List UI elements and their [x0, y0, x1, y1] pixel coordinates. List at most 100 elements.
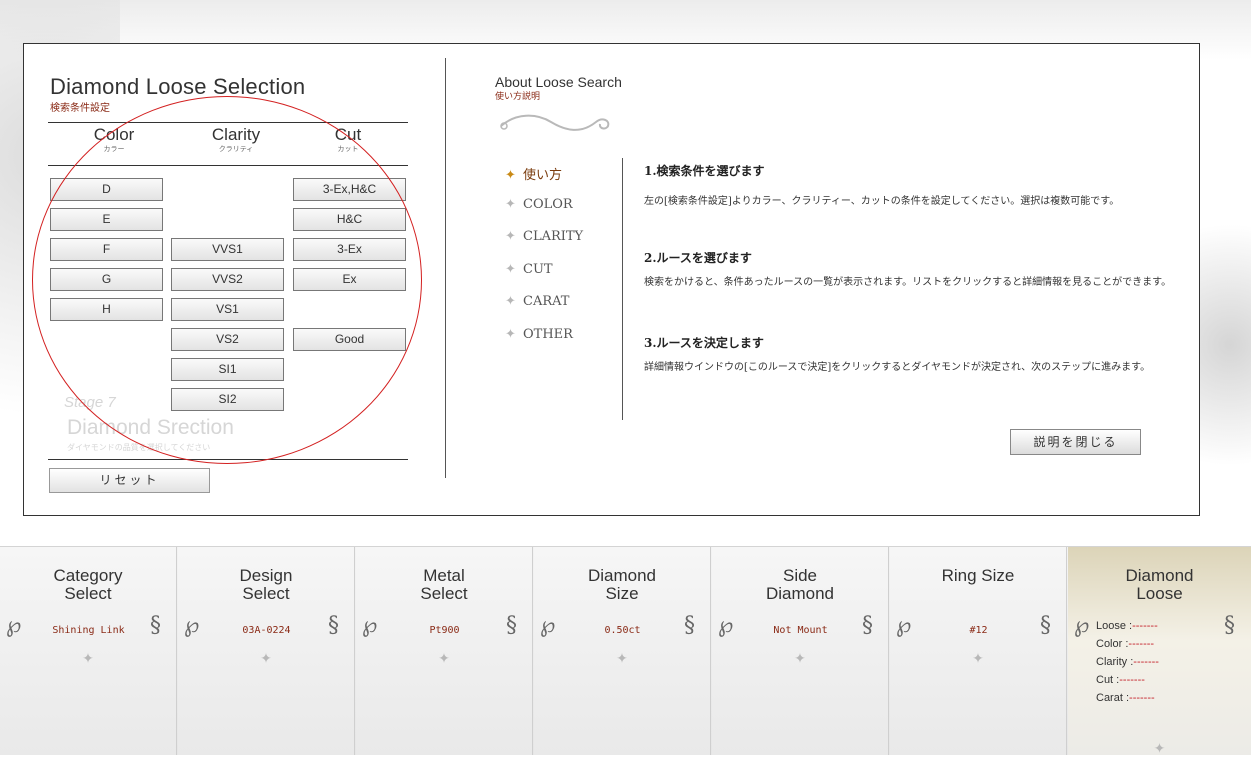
step-title-line2: Diamond	[765, 584, 835, 603]
reset-button[interactable]: リセット	[49, 468, 210, 493]
star-icon: ✦	[616, 651, 628, 667]
summary-label: Carat	[1096, 692, 1123, 704]
summary-clarity: Clarity :-------	[1096, 656, 1159, 668]
help-nav-color[interactable]: ✦ COLOR	[505, 197, 583, 230]
step-value: 03A-0224	[242, 625, 291, 636]
star-icon: ✦	[505, 196, 516, 212]
cut-option-ex[interactable]: Ex	[293, 268, 406, 291]
color-option-d[interactable]: D	[50, 178, 163, 201]
help-nav-cut[interactable]: ✦ CUT	[505, 262, 583, 295]
step-value: 0.50ct	[604, 625, 641, 636]
step-title: Side Diamond	[712, 567, 888, 603]
step-category-select[interactable]: Category Select ℘ § Shining Link ✦	[0, 547, 177, 755]
clarity-option-vvs2[interactable]: VVS2	[171, 268, 284, 291]
color-header-label: Color	[93, 125, 135, 144]
help-nav-clarity-label: CLARITY	[523, 229, 584, 244]
step-title-line2: Size	[605, 584, 639, 603]
ghost-title-text: Diamond Srection	[67, 416, 234, 439]
about-subtitle: 使い方説明	[495, 92, 541, 102]
clarity-option-vvs1[interactable]: VVS1	[171, 238, 284, 261]
step-title-line1: Category	[53, 566, 123, 585]
step3-body: 詳細情報ウインドウの[このルースで決定]をクリックするとダイヤモンドが決定され、…	[644, 362, 1151, 373]
column-divider	[445, 58, 446, 478]
star-icon: ✦	[505, 229, 516, 244]
color-option-g[interactable]: G	[50, 268, 163, 291]
step-value: Not Mount	[773, 625, 828, 636]
help-nav-list: ✦ 使い方 ✦ COLOR ✦ CLARITY ✦ CUT ✦ CARAT ✦ OTHER	[505, 164, 583, 359]
color-option-h[interactable]: H	[50, 298, 163, 321]
star-icon: ✦	[260, 651, 272, 667]
step2-heading: 2.ルースを選びます	[644, 251, 752, 265]
cut-option-hc[interactable]: H&C	[293, 208, 406, 231]
panel-subtitle: 検索条件設定	[50, 103, 110, 114]
cut-option-3ex-hc[interactable]: 3-Ex,H&C	[293, 178, 406, 201]
step-value: Shining Link	[52, 625, 125, 636]
step-side-diamond[interactable]: Side Diamond ℘ § Not Mount ✦	[712, 547, 889, 755]
star-icon: ✦	[1153, 741, 1166, 757]
step-title-line1: Design	[239, 566, 293, 585]
header-rule-top	[48, 122, 408, 123]
help-nav-carat[interactable]: ✦ CARAT	[505, 294, 583, 327]
step-diamond-size[interactable]: Diamond Size ℘ § 0.50ct ✦	[534, 547, 711, 755]
step-design-select[interactable]: Design Select ℘ § 03A-0224 ✦	[178, 547, 355, 755]
star-icon: ✦	[505, 168, 516, 183]
clarity-option-si1[interactable]: SI1	[171, 358, 284, 381]
cut-header-sub: カット	[337, 145, 359, 153]
step-diamond-loose[interactable]: Diamond Loose ℘ § Loose :------- Color :-…	[1068, 547, 1251, 757]
clarity-option-si2[interactable]: SI2	[171, 388, 284, 411]
step-title-line1: Side	[782, 566, 818, 585]
step-progress-bar: Category Select ℘ § Shining Link ✦ Design…	[0, 546, 1251, 757]
help-nav-other[interactable]: ✦ OTHER	[505, 327, 583, 360]
help-nav-carat-label: CARAT	[523, 294, 570, 309]
panel-title: Diamond Loose Selection	[50, 74, 306, 99]
summary-label: Cut	[1096, 674, 1114, 686]
summary-label: Loose	[1096, 620, 1126, 632]
step-value: #12	[969, 625, 988, 636]
summary-value: -------	[1133, 656, 1159, 668]
summary-value: -------	[1128, 638, 1155, 650]
help-nav-usage[interactable]: ✦ 使い方	[505, 164, 583, 197]
help-nav-clarity[interactable]: ✦ CLARITY	[505, 229, 583, 262]
help-nav-usage-label: 使い方	[523, 168, 563, 183]
step-title-line1: Ring Size	[941, 566, 1015, 585]
star-icon: ✦	[505, 261, 516, 277]
color-column-header: Color カラー	[59, 126, 169, 154]
swirl-ornament-icon	[500, 114, 610, 131]
close-help-button[interactable]: 説明を閉じる	[1010, 429, 1141, 455]
color-header-sub: カラー	[103, 145, 125, 153]
step-title-line2: Loose	[1136, 584, 1183, 603]
step-title: Metal Select	[356, 567, 532, 603]
help-divider	[622, 158, 623, 420]
clarity-header-sub: クラリティ	[218, 145, 254, 153]
step-title-line2: Select	[420, 584, 468, 603]
step1-heading: 1.検索条件を選びます	[644, 164, 765, 178]
step-title: Design Select	[178, 567, 354, 603]
ghost-stage-text: Stage 7	[64, 394, 116, 411]
summary-value: -------	[1129, 692, 1155, 704]
footer-rule	[48, 459, 408, 460]
step-title: Diamond Size	[534, 567, 710, 603]
clarity-option-vs2[interactable]: VS2	[171, 328, 284, 351]
color-option-e[interactable]: E	[50, 208, 163, 231]
clarity-option-vs1[interactable]: VS1	[171, 298, 284, 321]
search-conditions-column: Stage 7 Diamond Srection ダイヤモンドの品質を選択してく…	[24, 44, 446, 515]
summary-label: Color	[1096, 638, 1123, 650]
star-icon: ✦	[794, 651, 806, 667]
cut-option-good[interactable]: Good	[293, 328, 406, 351]
cut-option-3ex[interactable]: 3-Ex	[293, 238, 406, 261]
star-icon: ✦	[972, 651, 984, 667]
summary-carat: Carat :-------	[1096, 692, 1155, 704]
step-ring-size[interactable]: Ring Size ℘ § #12 ✦	[890, 547, 1067, 755]
step-title: Category Select	[0, 567, 176, 603]
step2-body: 検索をかけると、条件あったルースの一覧が表示されます。リストをクリックすると詳細…	[644, 277, 1172, 288]
about-title: About Loose Search	[495, 74, 622, 90]
color-option-f[interactable]: F	[50, 238, 163, 261]
help-nav-cut-label: CUT	[523, 261, 553, 277]
step-metal-select[interactable]: Metal Select ℘ § Pt900 ✦	[356, 547, 533, 755]
summary-label: Clarity	[1096, 656, 1128, 668]
help-nav-other-label: OTHER	[523, 326, 573, 342]
clarity-column-header: Clarity クラリティ	[181, 126, 291, 154]
help-nav-color-label: COLOR	[523, 196, 573, 212]
step1-body: 左の[検索条件設定]よりカラー、クラリティー、カットの条件を設定してください。選…	[644, 196, 1120, 207]
step-title: Diamond Loose	[1068, 567, 1251, 603]
